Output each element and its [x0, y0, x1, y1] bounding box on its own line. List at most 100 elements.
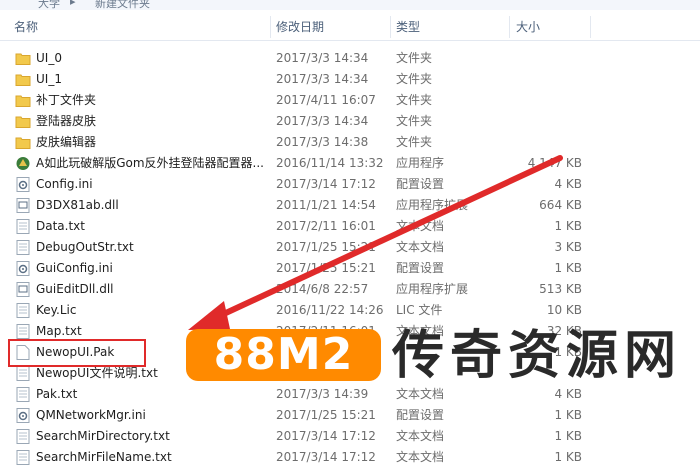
- column-divider[interactable]: [390, 16, 391, 38]
- file-size: 4 KB: [554, 387, 582, 401]
- file-name: 登陆器皮肤: [36, 114, 97, 128]
- file-name: SearchMirDirectory.txt: [36, 429, 170, 443]
- text-file-icon: [15, 219, 31, 234]
- file-row[interactable]: DebugOutStr.txt 2017/1/25 15:21 文本文档 3 KB: [0, 237, 700, 258]
- file-row[interactable]: 补丁文件夹 2017/4/11 16:07 文件夹: [0, 90, 700, 111]
- file-row[interactable]: UI_0 2017/3/3 14:34 文件夹: [0, 48, 700, 69]
- file-type: 应用程序扩展: [396, 198, 469, 212]
- file-date: 2017/3/3 14:34: [276, 51, 369, 65]
- file-row[interactable]: D3DX81ab.dll 2011/1/21 14:54 应用程序扩展 664 KB: [0, 195, 700, 216]
- file-name: QMNetworkMgr.ini: [36, 408, 146, 422]
- file-type: 文件夹: [396, 51, 433, 65]
- file-row[interactable]: A如此玩破解版Gom反外挂登陆器配置器... 2016/11/14 13:32 应用…: [0, 153, 700, 174]
- file-name: SearchMirFileName.txt: [36, 450, 172, 464]
- file-type: 文件夹: [396, 135, 433, 149]
- file-date: 2017/3/3 14:38: [276, 135, 369, 149]
- file-type: 文件夹: [396, 93, 433, 107]
- file-name: 补丁文件夹: [36, 93, 97, 107]
- breadcrumb-item[interactable]: 大学: [38, 0, 60, 10]
- text-file-icon: [15, 303, 31, 318]
- dll-file-icon: [15, 282, 31, 297]
- file-row[interactable]: Data.txt 2017/2/11 16:01 文本文档 1 KB: [0, 216, 700, 237]
- file-type: 配置设置: [396, 261, 445, 275]
- file-size: 10 KB: [546, 303, 582, 317]
- file-row[interactable]: SearchMirDirectory.txt 2017/3/14 17:12 文本文…: [0, 426, 700, 447]
- config-file-icon: [15, 177, 31, 192]
- file-name: GuiEditDll.dll: [36, 282, 114, 296]
- config-file-icon: [15, 261, 31, 276]
- highlight-box: [8, 339, 146, 367]
- file-type: 文本文档: [396, 429, 445, 443]
- column-divider[interactable]: [509, 16, 510, 38]
- file-row[interactable]: UI_1 2017/3/3 14:34 文件夹: [0, 69, 700, 90]
- text-file-icon: [15, 429, 31, 444]
- column-header-type[interactable]: 类型: [396, 14, 420, 40]
- file-row[interactable]: QMNetworkMgr.ini 2017/1/25 15:21 配置设置 1 KB: [0, 405, 700, 426]
- file-row[interactable]: GuiEditDll.dll 2014/6/8 22:57 应用程序扩展 513 KB: [0, 279, 700, 300]
- file-size: 3 KB: [554, 240, 582, 254]
- breadcrumb-separator: ▸: [70, 0, 76, 8]
- text-file-icon: [15, 450, 31, 465]
- file-row[interactable]: GuiConfig.ini 2017/1/25 15:21 配置设置 1 KB: [0, 258, 700, 279]
- file-name: Config.ini: [36, 177, 93, 191]
- file-date: 2017/3/3 14:34: [276, 72, 369, 86]
- file-size: 513 KB: [539, 282, 582, 296]
- file-size: 1 KB: [554, 219, 582, 233]
- file-size: 1 KB: [554, 450, 582, 464]
- file-date: 2016/11/14 13:32: [276, 156, 384, 170]
- file-name: A如此玩破解版Gom反外挂登陆器配置器...: [36, 156, 264, 170]
- file-row[interactable]: 登陆器皮肤 2017/3/3 14:34 文件夹: [0, 111, 700, 132]
- file-name: D3DX81ab.dll: [36, 198, 119, 212]
- file-size: 4 KB: [554, 177, 582, 191]
- file-date: 2017/3/3 14:39: [276, 387, 369, 401]
- file-type: 应用程序: [396, 156, 445, 170]
- file-name: Pak.txt: [36, 387, 78, 401]
- file-type: 文本文档: [396, 450, 445, 464]
- file-type: 文本文档: [396, 240, 445, 254]
- file-date: 2017/1/25 15:21: [276, 240, 376, 254]
- file-name: GuiConfig.ini: [36, 261, 113, 275]
- file-date: 2017/1/25 15:21: [276, 408, 376, 422]
- folder-icon: [15, 51, 31, 66]
- breadcrumb-item[interactable]: 新建文件夹: [95, 0, 150, 10]
- file-date: 2014/6/8 22:57: [276, 282, 369, 296]
- column-header-date[interactable]: 修改日期: [276, 14, 324, 40]
- file-name: UI_0: [36, 51, 62, 65]
- file-name: Data.txt: [36, 219, 85, 233]
- folder-icon: [15, 114, 31, 129]
- file-row[interactable]: Key.Lic 2016/11/22 14:26 LIC 文件 10 KB: [0, 300, 700, 321]
- file-name: DebugOutStr.txt: [36, 240, 134, 254]
- app-icon: [15, 156, 31, 171]
- file-date: 2017/3/14 17:12: [276, 177, 376, 191]
- text-file-icon: [15, 324, 31, 339]
- file-row[interactable]: Pak.txt 2017/3/3 14:39 文本文档 4 KB: [0, 384, 700, 405]
- file-name: Key.Lic: [36, 303, 77, 317]
- file-type: 文本文档: [396, 219, 445, 233]
- column-divider[interactable]: [590, 16, 591, 38]
- file-date: 2017/3/14 17:12: [276, 450, 376, 464]
- file-type: 应用程序扩展: [396, 282, 469, 296]
- file-size: 1 KB: [554, 408, 582, 422]
- file-type: 配置设置: [396, 177, 445, 191]
- folder-icon: [15, 93, 31, 108]
- folder-icon: [15, 72, 31, 87]
- file-size: 4,147 KB: [527, 156, 582, 170]
- dll-file-icon: [15, 198, 31, 213]
- column-header-row: 名称 修改日期 类型 大小: [0, 14, 700, 41]
- file-date: 2011/1/21 14:54: [276, 198, 376, 212]
- file-name: UI_1: [36, 72, 62, 86]
- file-date: 2017/4/11 16:07: [276, 93, 376, 107]
- column-header-name[interactable]: 名称: [14, 14, 38, 40]
- file-type: 文件夹: [396, 114, 433, 128]
- column-divider[interactable]: [270, 16, 271, 38]
- file-type: 配置设置: [396, 408, 445, 422]
- file-row[interactable]: Config.ini 2017/3/14 17:12 配置设置 4 KB: [0, 174, 700, 195]
- file-type: 文本文档: [396, 387, 445, 401]
- file-size: 664 KB: [539, 198, 582, 212]
- file-row[interactable]: 皮肤编辑器 2017/3/3 14:38 文件夹: [0, 132, 700, 153]
- column-header-size[interactable]: 大小: [516, 14, 540, 40]
- file-type: 文件夹: [396, 72, 433, 86]
- file-date: 2016/11/22 14:26: [276, 303, 384, 317]
- file-date: 2017/1/25 15:21: [276, 261, 376, 275]
- file-row[interactable]: SearchMirFileName.txt 2017/3/14 17:12 文本文档…: [0, 447, 700, 468]
